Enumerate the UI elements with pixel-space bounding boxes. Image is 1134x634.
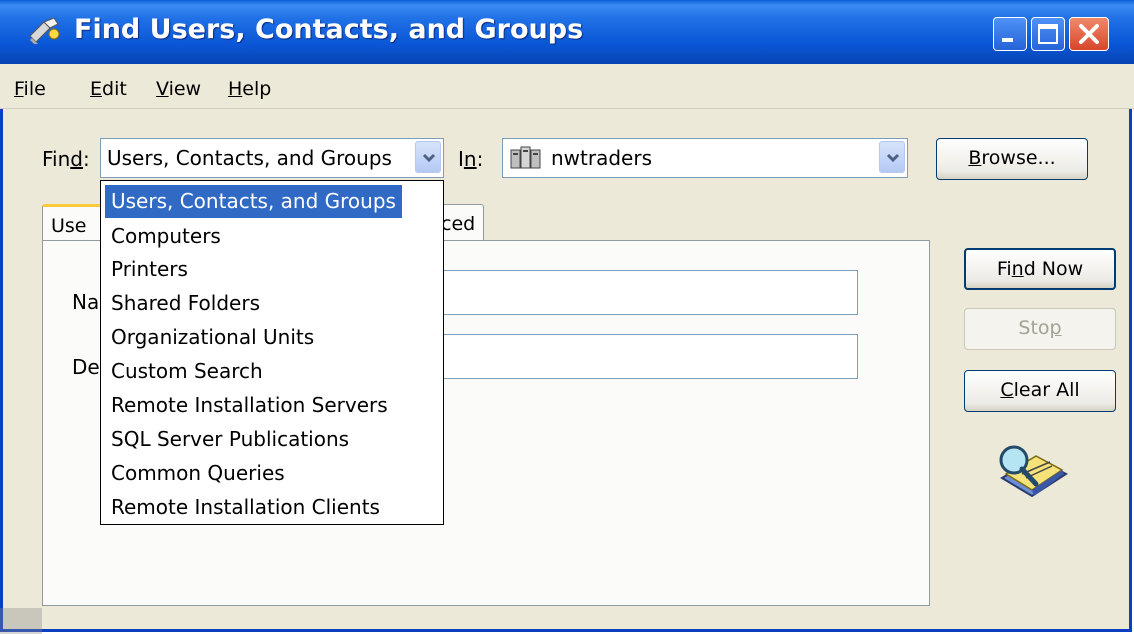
menu-edit[interactable]: Edit — [90, 78, 127, 100]
browse-mnemonic: B — [968, 147, 982, 169]
find-label-pre: Fin — [42, 147, 71, 171]
menu-file[interactable]: File — [14, 78, 46, 100]
menu-view-label: iew — [168, 78, 202, 100]
menu-view-mnemonic: V — [156, 78, 169, 100]
minimize-button[interactable] — [993, 17, 1027, 51]
browse-label: rowse... — [981, 147, 1056, 169]
title-bar[interactable]: Find Users, Contacts, and Groups — [0, 0, 1134, 64]
dropdown-option[interactable]: Computers — [105, 220, 227, 253]
search-magnifier-book-icon — [992, 438, 1072, 506]
find-dropdown-list: Users, Contacts, and Groups Computers Pr… — [100, 180, 444, 525]
in-label-mnemonic: n — [463, 147, 477, 171]
menu-edit-label: dit — [102, 78, 127, 100]
tab-advanced-label: ced — [441, 213, 476, 235]
find-now-mnemonic: n — [1011, 258, 1024, 280]
domain-server-icon — [509, 144, 543, 176]
find-flashlight-icon — [28, 16, 62, 46]
find-label-mnemonic: d — [70, 147, 83, 171]
dropdown-option[interactable]: Remote Installation Servers — [105, 389, 394, 422]
name-label: Na — [72, 290, 100, 314]
dropdown-option[interactable]: Shared Folders — [105, 287, 266, 320]
stop-button: Stop — [964, 308, 1116, 350]
menu-help[interactable]: Help — [228, 78, 271, 100]
dropdown-option[interactable]: Remote Installation Clients — [105, 491, 386, 524]
clear-all-button[interactable]: Clear All — [964, 370, 1116, 412]
maximize-button[interactable] — [1031, 17, 1065, 51]
find-now-label-pre: Fi — [996, 258, 1012, 280]
menu-bar: File Edit View Help — [0, 64, 1134, 109]
in-selected-value: nwtraders — [551, 146, 652, 170]
stop-label-pre: Sto — [1018, 317, 1050, 339]
dropdown-option[interactable]: Organizational Units — [105, 321, 320, 354]
find-now-button[interactable]: Find Now — [964, 248, 1116, 290]
clear-all-label: lear All — [1013, 379, 1080, 401]
description-label: De — [72, 355, 100, 379]
menu-edit-mnemonic: E — [90, 78, 103, 100]
tab-users-label: Use — [51, 215, 87, 237]
menu-help-label: elp — [242, 78, 272, 100]
menu-view[interactable]: View — [156, 78, 201, 100]
window-title: Find Users, Contacts, and Groups — [74, 14, 584, 45]
description-field[interactable] — [438, 334, 858, 379]
find-combobox[interactable]: Users, Contacts, and Groups — [100, 138, 444, 178]
name-field[interactable] — [438, 270, 858, 315]
chevron-down-icon[interactable] — [879, 141, 905, 173]
dropdown-option[interactable]: Common Queries — [105, 457, 291, 490]
menu-file-mnemonic: F — [14, 78, 24, 100]
menu-file-label: ile — [23, 78, 46, 100]
dropdown-option[interactable]: Users, Contacts, and Groups — [105, 185, 402, 218]
clear-all-mnemonic: C — [1000, 379, 1014, 401]
browse-button[interactable]: Browse... — [936, 138, 1088, 180]
find-label: Find: — [42, 147, 90, 171]
dropdown-option[interactable]: Custom Search — [105, 355, 269, 388]
find-selected-value: Users, Contacts, and Groups — [107, 146, 392, 170]
find-now-label-post: d Now — [1023, 258, 1084, 280]
chevron-down-icon[interactable] — [415, 141, 441, 173]
menu-help-mnemonic: H — [228, 78, 243, 100]
tab-advanced[interactable]: ced — [438, 204, 484, 242]
stop-mnemonic: p — [1049, 317, 1062, 339]
window-shadow — [0, 608, 42, 634]
in-label: In: — [458, 147, 483, 171]
in-label-post: : — [476, 147, 484, 171]
find-label-post: : — [82, 147, 90, 171]
tab-users[interactable]: Use — [42, 204, 102, 244]
dropdown-option[interactable]: Printers — [105, 253, 194, 286]
close-button[interactable] — [1069, 17, 1109, 51]
dropdown-option[interactable]: SQL Server Publications — [105, 423, 355, 456]
in-combobox[interactable]: nwtraders — [502, 138, 908, 178]
